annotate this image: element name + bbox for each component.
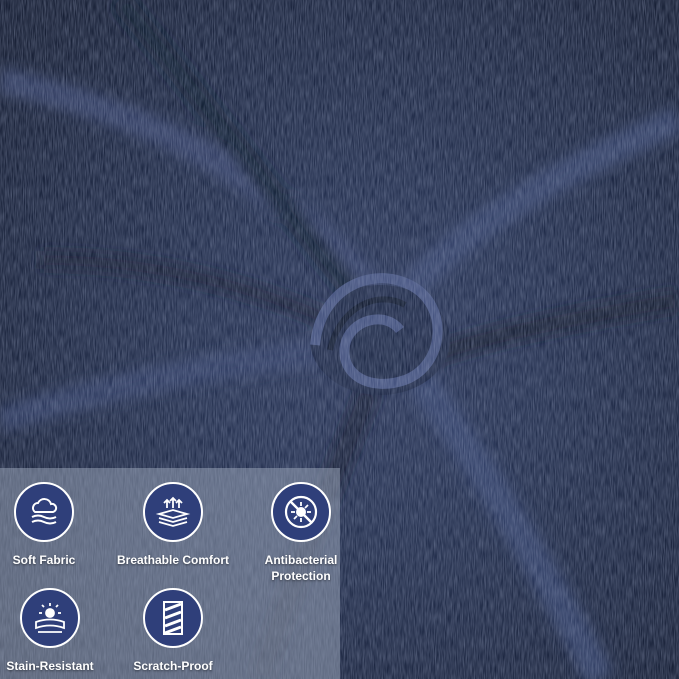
feature-stain-resistant: Stain-Resistant [0, 588, 110, 674]
feature-label: Scratch-Proof [133, 659, 213, 673]
feature-soft-fabric: Soft Fabric [0, 482, 104, 568]
breathable-layers-icon [143, 482, 203, 542]
feature-label: Antibacterial Protection [264, 553, 338, 583]
feature-scratch-proof: Scratch-Proof [113, 588, 233, 674]
feature-breathable-comfort: Breathable Comfort [113, 482, 233, 568]
feature-label: Breathable Comfort [116, 553, 229, 567]
feature-label: Stain-Resistant [6, 659, 94, 673]
feature-label: Soft Fabric [12, 553, 76, 567]
stain-resistant-icon [20, 588, 80, 648]
scratch-proof-icon [143, 588, 203, 648]
feature-antibacterial: Antibacterial Protection [241, 482, 361, 584]
antibacterial-icon [271, 482, 331, 542]
cloud-fabric-icon [14, 482, 74, 542]
